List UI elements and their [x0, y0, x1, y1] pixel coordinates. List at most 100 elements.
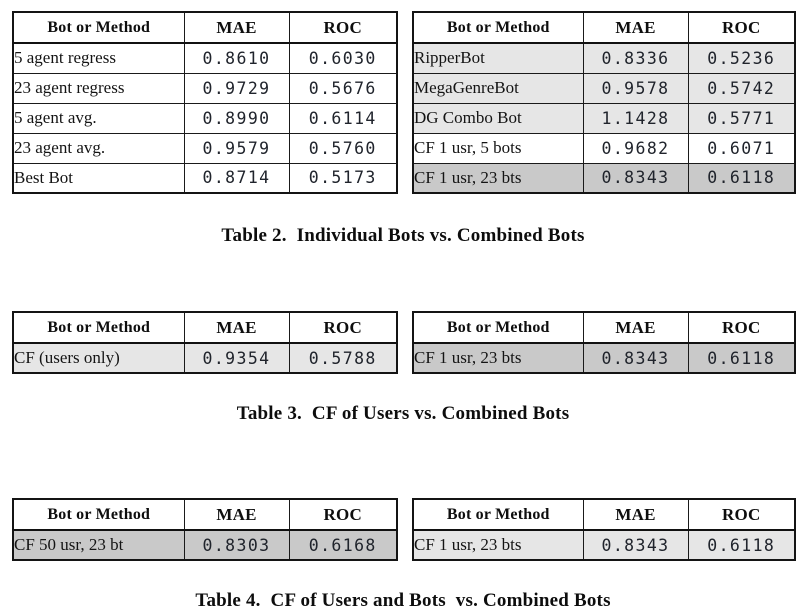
- table-header-row: Bot or Method MAE ROC: [412, 11, 796, 44]
- table-body: CF 50 usr, 23 bt 0.8303 0.6168: [12, 529, 398, 561]
- cell-mae: 0.8343: [582, 162, 689, 194]
- col-header-bot-or-method: Bot or Method: [12, 311, 185, 344]
- col-header-roc: ROC: [288, 311, 398, 344]
- col-header-bot-or-method: Bot or Method: [412, 11, 584, 44]
- table-body: CF (users only) 0.9354 0.5788: [12, 342, 398, 374]
- table-row: CF 50 usr, 23 bt 0.8303 0.6168: [12, 529, 398, 561]
- cell-roc: 0.6118: [687, 162, 796, 194]
- cell-roc: 0.6030: [288, 42, 398, 74]
- table-3-left: Bot or Method MAE ROC CF (users only) 0.…: [12, 311, 398, 374]
- cell-label: CF 1 usr, 23 bts: [412, 162, 584, 194]
- table-3-right: Bot or Method MAE ROC CF 1 usr, 23 bts 0…: [412, 311, 796, 374]
- table-row: 23 agent avg. 0.9579 0.5760: [12, 132, 398, 164]
- table-row: CF 1 usr, 23 bts 0.8343 0.6118: [412, 342, 796, 374]
- cell-mae: 0.8343: [582, 529, 689, 561]
- table-header-row: Bot or Method MAE ROC: [12, 498, 398, 531]
- col-header-roc: ROC: [288, 498, 398, 531]
- col-header-bot-or-method: Bot or Method: [12, 11, 185, 44]
- document-page: Bot or Method MAE ROC 5 agent regress 0.…: [0, 0, 806, 614]
- col-header-mae: MAE: [183, 498, 290, 531]
- table-2-right: Bot or Method MAE ROC RipperBot 0.8336 0…: [412, 11, 796, 194]
- cell-roc: 0.6118: [687, 342, 796, 374]
- cell-mae: 0.8303: [183, 529, 290, 561]
- table-row: Best Bot 0.8714 0.5173: [12, 162, 398, 194]
- cell-roc: 0.5771: [687, 102, 796, 134]
- table-pair: Bot or Method MAE ROC 5 agent regress 0.…: [0, 11, 806, 194]
- table-2-left: Bot or Method MAE ROC 5 agent regress 0.…: [12, 11, 398, 194]
- col-header-mae: MAE: [582, 11, 689, 44]
- cell-mae: 0.8714: [183, 162, 290, 194]
- cell-roc: 0.6071: [687, 132, 796, 164]
- table-pair: Bot or Method MAE ROC CF 50 usr, 23 bt 0…: [0, 498, 806, 562]
- col-header-roc: ROC: [687, 11, 796, 44]
- cell-mae: 0.8610: [183, 42, 290, 74]
- cell-mae: 0.9579: [183, 132, 290, 164]
- col-header-mae: MAE: [582, 498, 689, 531]
- cell-mae: 0.8990: [183, 102, 290, 134]
- table-row: DG Combo Bot 1.1428 0.5771: [412, 102, 796, 134]
- col-header-roc: ROC: [288, 11, 398, 44]
- cell-label: RipperBot: [412, 42, 584, 74]
- table-row: CF (users only) 0.9354 0.5788: [12, 342, 398, 374]
- table-header-row: Bot or Method MAE ROC: [12, 311, 398, 344]
- cell-label: CF 50 usr, 23 bt: [12, 529, 185, 561]
- cell-label: DG Combo Bot: [412, 102, 584, 134]
- col-header-bot-or-method: Bot or Method: [412, 498, 584, 531]
- table-row: 23 agent regress 0.9729 0.5676: [12, 72, 398, 104]
- table-header-row: Bot or Method MAE ROC: [12, 11, 398, 44]
- cell-mae: 0.9682: [582, 132, 689, 164]
- cell-roc: 0.5788: [288, 342, 398, 374]
- cell-mae: 0.8336: [582, 42, 689, 74]
- table-row: CF 1 usr, 23 bts 0.8343 0.6118: [412, 529, 796, 561]
- table-row: MegaGenreBot 0.9578 0.5742: [412, 72, 796, 104]
- table-pair: Bot or Method MAE ROC CF (users only) 0.…: [0, 311, 806, 375]
- cell-mae: 0.9729: [183, 72, 290, 104]
- table-row: CF 1 usr, 23 bts 0.8343 0.6118: [412, 162, 796, 194]
- table-row: 5 agent regress 0.8610 0.6030: [12, 42, 398, 74]
- table-3-caption: Table 3. CF of Users vs. Combined Bots: [236, 403, 570, 424]
- table-body: CF 1 usr, 23 bts 0.8343 0.6118: [412, 342, 796, 374]
- col-header-mae: MAE: [183, 311, 290, 344]
- table-body: CF 1 usr, 23 bts 0.8343 0.6118: [412, 529, 796, 561]
- table-group-4: Bot or Method MAE ROC CF 50 usr, 23 bt 0…: [0, 498, 806, 611]
- col-header-bot-or-method: Bot or Method: [12, 498, 185, 531]
- cell-label: 23 agent regress: [12, 72, 185, 104]
- table-row: RipperBot 0.8336 0.5236: [412, 42, 796, 74]
- table-header-row: Bot or Method MAE ROC: [412, 311, 796, 344]
- table-2-caption: Table 2. Individual Bots vs. Combined Bo…: [221, 225, 585, 246]
- cell-roc: 0.6114: [288, 102, 398, 134]
- cell-label: CF 1 usr, 23 bts: [412, 342, 584, 374]
- table-4-right: Bot or Method MAE ROC CF 1 usr, 23 bts 0…: [412, 498, 796, 561]
- cell-roc: 0.5676: [288, 72, 398, 104]
- cell-roc: 0.5236: [687, 42, 796, 74]
- table-group-3: Bot or Method MAE ROC CF (users only) 0.…: [0, 311, 806, 424]
- cell-label: CF 1 usr, 23 bts: [412, 529, 584, 561]
- table-4-caption: Table 4. CF of Users and Bots vs. Combin…: [195, 590, 611, 611]
- table-row: 5 agent avg. 0.8990 0.6114: [12, 102, 398, 134]
- table-4-left: Bot or Method MAE ROC CF 50 usr, 23 bt 0…: [12, 498, 398, 561]
- table-row: CF 1 usr, 5 bots 0.9682 0.6071: [412, 132, 796, 164]
- col-header-bot-or-method: Bot or Method: [412, 311, 584, 344]
- col-header-mae: MAE: [582, 311, 689, 344]
- cell-mae: 0.8343: [582, 342, 689, 374]
- cell-roc: 0.6118: [687, 529, 796, 561]
- cell-label: 23 agent avg.: [12, 132, 185, 164]
- cell-mae: 0.9578: [582, 72, 689, 104]
- table-body: 5 agent regress 0.8610 0.6030 23 agent r…: [12, 42, 398, 194]
- col-header-mae: MAE: [183, 11, 290, 44]
- cell-roc: 0.5173: [288, 162, 398, 194]
- table-group-2: Bot or Method MAE ROC 5 agent regress 0.…: [0, 11, 806, 246]
- cell-label: Best Bot: [12, 162, 185, 194]
- table-header-row: Bot or Method MAE ROC: [412, 498, 796, 531]
- col-header-roc: ROC: [687, 311, 796, 344]
- cell-roc: 0.5760: [288, 132, 398, 164]
- table-body: RipperBot 0.8336 0.5236 MegaGenreBot 0.9…: [412, 42, 796, 194]
- cell-label: CF (users only): [12, 342, 185, 374]
- cell-mae: 1.1428: [582, 102, 689, 134]
- cell-label: CF 1 usr, 5 bots: [412, 132, 584, 164]
- col-header-roc: ROC: [687, 498, 796, 531]
- cell-label: 5 agent avg.: [12, 102, 185, 134]
- cell-roc: 0.6168: [288, 529, 398, 561]
- cell-label: 5 agent regress: [12, 42, 185, 74]
- cell-roc: 0.5742: [687, 72, 796, 104]
